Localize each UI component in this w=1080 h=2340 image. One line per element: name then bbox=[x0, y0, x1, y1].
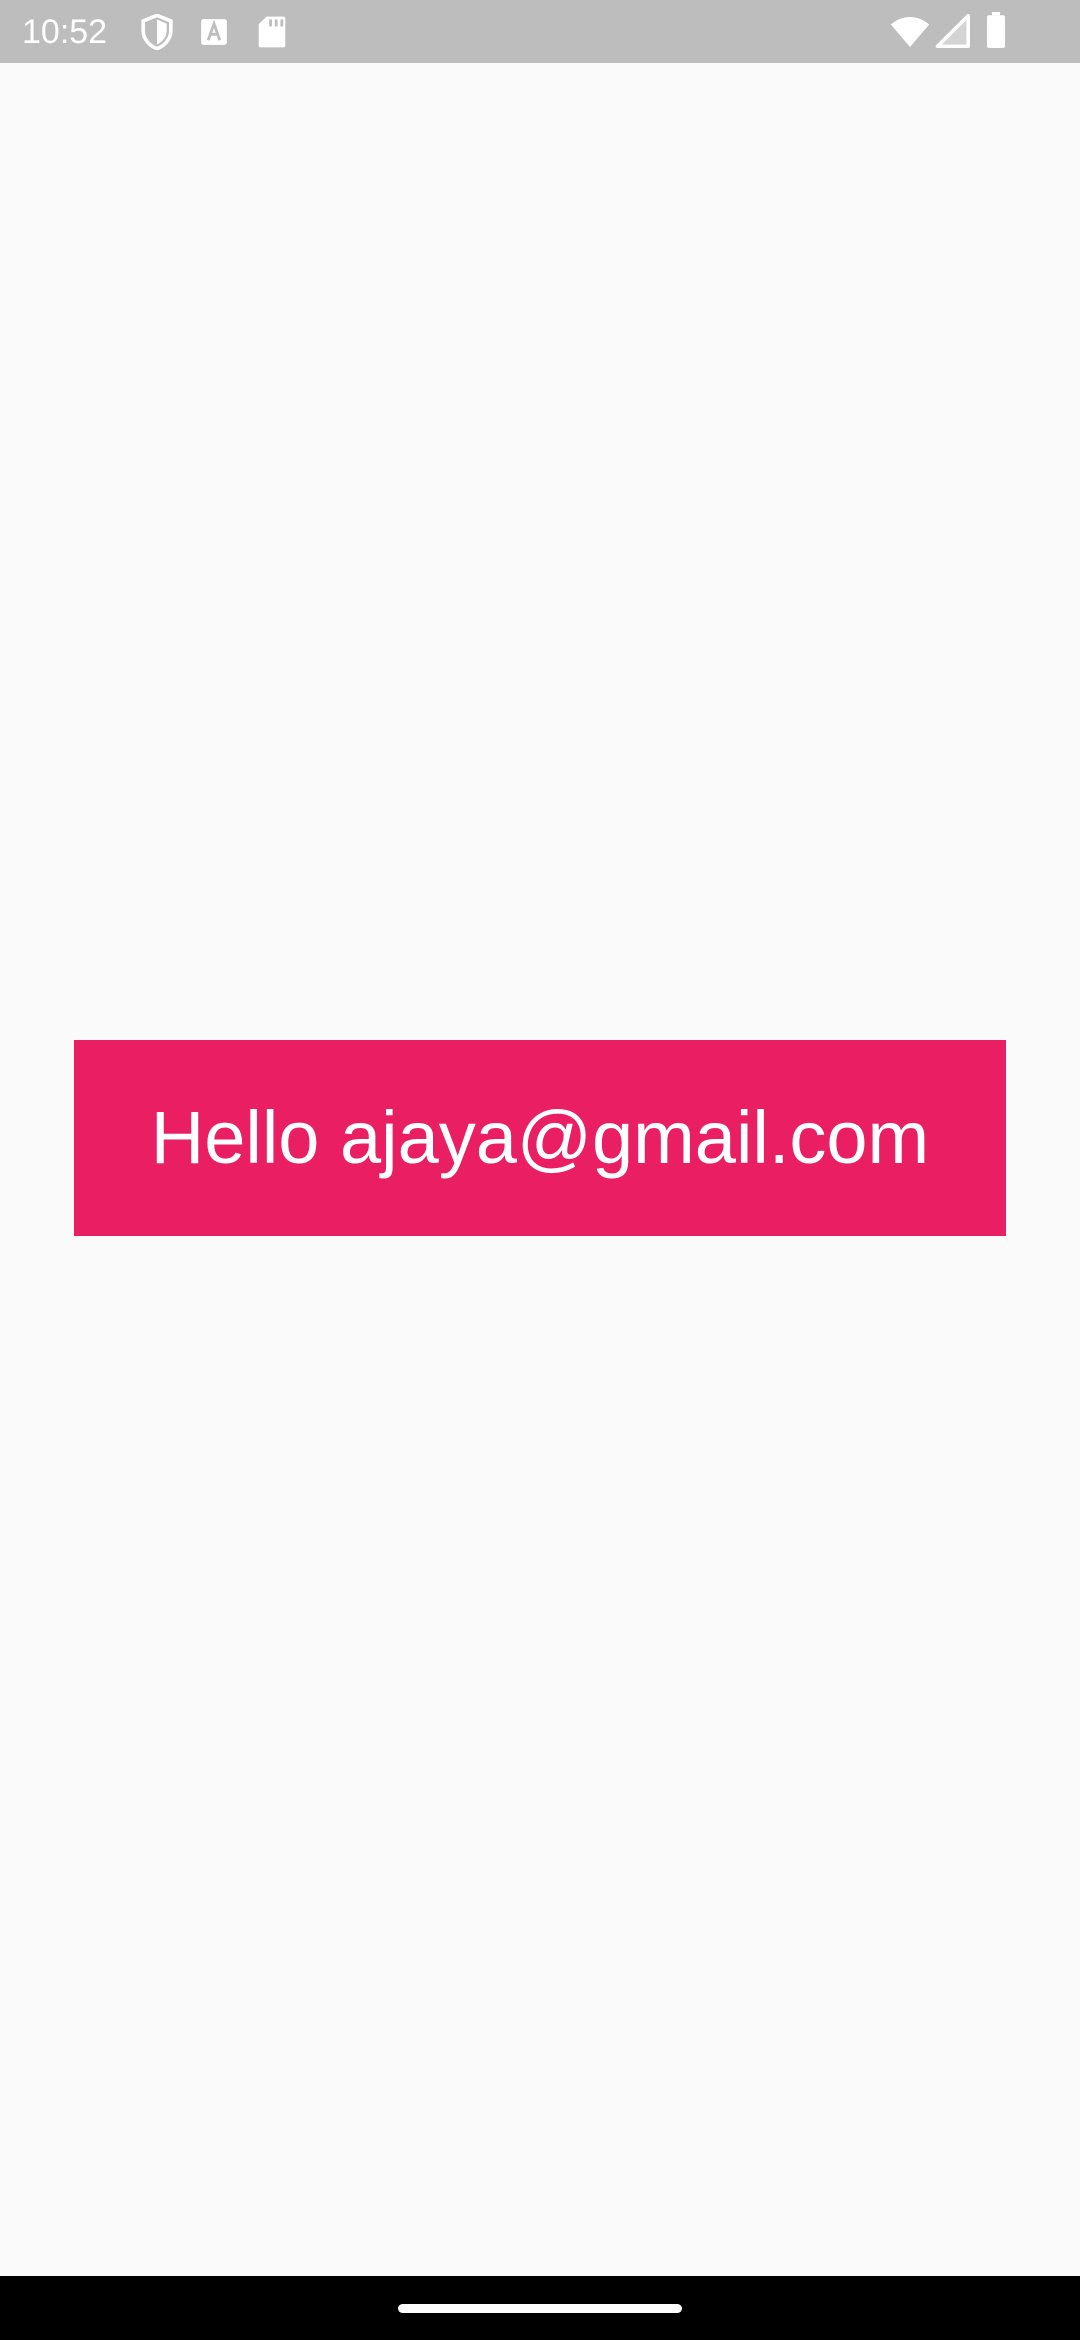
greeting-text: Hello ajaya@gmail.com bbox=[150, 1096, 930, 1179]
shield-icon bbox=[141, 14, 173, 50]
sd-card-icon bbox=[258, 16, 286, 48]
main-content: Hello ajaya@gmail.com bbox=[0, 63, 1080, 2276]
status-time: 10:52 bbox=[22, 13, 108, 51]
status-bar: 10:52 bbox=[0, 0, 1080, 63]
navigation-bar bbox=[0, 2276, 1080, 2340]
home-handle[interactable] bbox=[398, 2304, 682, 2313]
screen: 10:52 Hello ajaya@gmail.com bbox=[0, 0, 1080, 2340]
wifi-icon bbox=[890, 17, 930, 47]
battery-icon bbox=[987, 12, 1005, 48]
signal-icon bbox=[935, 14, 970, 48]
greeting-banner: Hello ajaya@gmail.com bbox=[74, 1040, 1006, 1236]
font-a-icon bbox=[201, 19, 227, 45]
